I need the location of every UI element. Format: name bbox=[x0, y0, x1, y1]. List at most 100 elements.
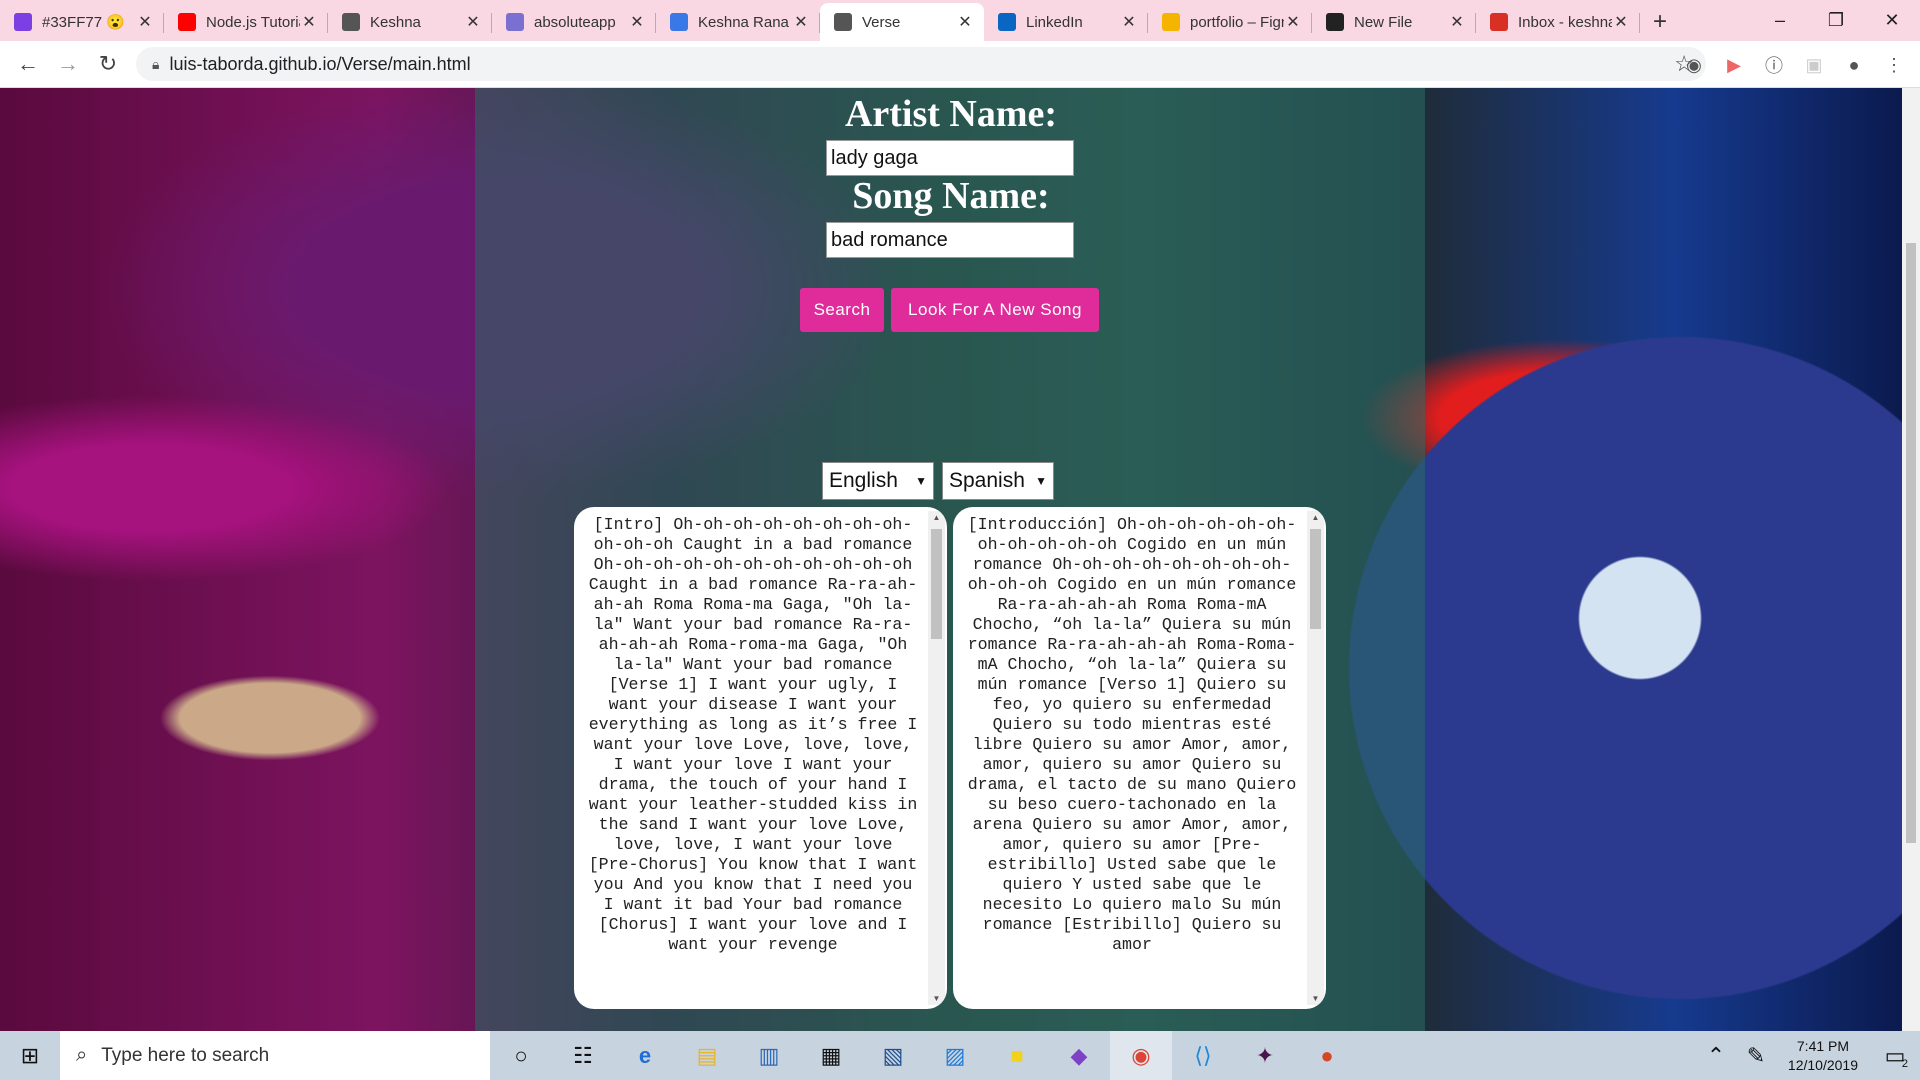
sticky-notes-icon[interactable]: ■ bbox=[986, 1031, 1048, 1080]
tab-title: absoluteapp bbox=[534, 13, 616, 31]
menu-kebab-icon[interactable]: ⋮ bbox=[1878, 49, 1910, 81]
taskbar-search-box[interactable]: ⌕ Type here to search bbox=[60, 1031, 490, 1080]
minimize-button[interactable]: – bbox=[1752, 0, 1808, 41]
browser-tab[interactable]: Keshna Rana ✕ bbox=[656, 3, 820, 41]
windows-start-icon[interactable]: ⊞ bbox=[0, 1031, 60, 1080]
page-background: Artist Name: Song Name: Search Look For … bbox=[0, 88, 1902, 1031]
windows-taskbar: ⊞ ⌕ Type here to search ○ ☷ e ▤ ▥ ▦ ▧ ▨ … bbox=[0, 1031, 1920, 1080]
scroll-up-arrow-icon[interactable]: ▲ bbox=[928, 513, 945, 522]
taskbar-clock[interactable]: 7:41 PM 12/10/2019 bbox=[1788, 1037, 1858, 1075]
browser-tab[interactable]: Keshna ✕ bbox=[328, 3, 492, 41]
browser-tab[interactable]: #33FF77 😮 ✕ bbox=[0, 3, 164, 41]
lyrics-scrollbar[interactable]: ▲ ▼ bbox=[1307, 511, 1324, 1005]
browser-toolbar: ← → ↻ 🔒︎ luis-taborda.github.io/Verse/ma… bbox=[0, 41, 1920, 88]
browser-tab[interactable]: Node.js Tutorial ✕ bbox=[164, 3, 328, 41]
page-scrollbar[interactable] bbox=[1902, 88, 1920, 1031]
search-icon: ⌕ bbox=[76, 1044, 88, 1066]
song-name-label: Song Name: bbox=[852, 175, 1050, 217]
address-bar[interactable]: 🔒︎ luis-taborda.github.io/Verse/main.htm… bbox=[136, 47, 1706, 81]
chrome-icon[interactable]: ◉ bbox=[1110, 1031, 1172, 1080]
new-song-button[interactable]: Look For A New Song bbox=[891, 288, 1099, 332]
extension-icon[interactable]: ▣ bbox=[1798, 49, 1830, 81]
pen-icon[interactable]: ✎ bbox=[1736, 1031, 1776, 1080]
app-icon[interactable]: ▧ bbox=[862, 1031, 924, 1080]
translated-lyrics-box[interactable]: [Introducción] Oh-oh-oh-oh-oh-oh-oh-oh-o… bbox=[953, 507, 1326, 1009]
tab-title: New File bbox=[1354, 13, 1413, 31]
hackmd-icon bbox=[506, 13, 524, 31]
source-language-select[interactable]: English ▼ bbox=[822, 462, 934, 500]
browser-tab[interactable]: portfolio – Figma✕ bbox=[1148, 3, 1312, 41]
browser-tab[interactable]: New File ✕ bbox=[1312, 3, 1476, 41]
lyrics-scrollbar[interactable]: ▲ ▼ bbox=[928, 511, 945, 1005]
clock-date: 12/10/2019 bbox=[1787, 1056, 1858, 1073]
clock-time: 7:41 PM bbox=[1796, 1037, 1850, 1054]
extension-icon[interactable]: ◉ bbox=[1678, 49, 1710, 81]
dropdown-arrow-icon: ▼ bbox=[915, 474, 927, 488]
close-tab-icon[interactable]: ✕ bbox=[464, 12, 482, 32]
tab-title: LinkedIn bbox=[1026, 13, 1083, 31]
slack-icon[interactable]: ✦ bbox=[1234, 1031, 1296, 1080]
close-tab-icon[interactable]: ✕ bbox=[1612, 12, 1630, 32]
close-tab-icon[interactable]: ✕ bbox=[1448, 12, 1466, 32]
youtube-icon bbox=[178, 13, 196, 31]
new-tab-button[interactable]: + bbox=[1640, 3, 1680, 41]
docs-icon bbox=[670, 13, 688, 31]
song-name-input[interactable] bbox=[826, 222, 1074, 258]
gmail-icon bbox=[1490, 13, 1508, 31]
scrollbar-thumb[interactable] bbox=[1310, 529, 1321, 629]
powerpoint-icon[interactable]: ● bbox=[1296, 1031, 1358, 1080]
close-tab-icon[interactable]: ✕ bbox=[1120, 12, 1138, 32]
globe-icon bbox=[342, 13, 360, 31]
globe-icon bbox=[834, 13, 852, 31]
store-icon[interactable]: ▦ bbox=[800, 1031, 862, 1080]
browser-tab[interactable]: absoluteapp ✕ bbox=[492, 3, 656, 41]
notification-count: 2 bbox=[1901, 1058, 1908, 1070]
edge-icon[interactable]: e bbox=[614, 1031, 676, 1080]
extension-icon[interactable]: ⓘ bbox=[1758, 49, 1790, 81]
close-tab-icon[interactable]: ✕ bbox=[136, 12, 154, 32]
target-language-select[interactable]: Spanish ▼ bbox=[942, 462, 1054, 500]
close-window-button[interactable]: ✕ bbox=[1864, 0, 1920, 41]
tab-title: portfolio – Figma bbox=[1190, 13, 1284, 31]
tab-title: Verse bbox=[862, 13, 901, 31]
artist-name-label: Artist Name: bbox=[844, 93, 1058, 135]
tab-title: Node.js Tutorial bbox=[206, 13, 300, 31]
browser-tab[interactable]: LinkedIn ✕ bbox=[984, 3, 1148, 41]
notification-icon[interactable]: ▭ 2 bbox=[1870, 1031, 1920, 1080]
close-tab-icon[interactable]: ✕ bbox=[792, 12, 810, 32]
extension-icon[interactable]: ▶ bbox=[1718, 49, 1750, 81]
close-tab-icon[interactable]: ✕ bbox=[628, 12, 646, 32]
close-tab-icon[interactable]: ✕ bbox=[1284, 12, 1302, 32]
lock-icon: 🔒︎ bbox=[152, 55, 160, 72]
original-lyrics-box[interactable]: [Intro] Oh-oh-oh-oh-oh-oh-oh-oh-oh-oh-oh… bbox=[574, 507, 947, 1009]
page-scrollbar-thumb[interactable] bbox=[1906, 243, 1916, 843]
chevron-up-icon[interactable]: ⌃ bbox=[1696, 1031, 1736, 1080]
scroll-down-arrow-icon[interactable]: ▼ bbox=[928, 994, 945, 1003]
close-tab-icon[interactable]: ✕ bbox=[956, 12, 974, 32]
linkedin-icon bbox=[998, 13, 1016, 31]
task-view-icon[interactable]: ☷ bbox=[552, 1031, 614, 1080]
browser-tab-strip: #33FF77 😮 ✕ Node.js Tutorial ✕ Keshna ✕ absolu… bbox=[0, 0, 1920, 41]
back-arrow-icon[interactable]: ← bbox=[8, 44, 48, 84]
search-button[interactable]: Search bbox=[800, 288, 884, 332]
scroll-down-arrow-icon[interactable]: ▼ bbox=[1307, 994, 1324, 1003]
visual-studio-icon[interactable]: ◆ bbox=[1048, 1031, 1110, 1080]
browser-tab[interactable]: Inbox - keshna ✕ bbox=[1476, 3, 1640, 41]
scrollbar-thumb[interactable] bbox=[931, 529, 942, 639]
app-icon[interactable]: ▥ bbox=[738, 1031, 800, 1080]
restore-button[interactable]: ❐ bbox=[1808, 0, 1864, 41]
forward-arrow-icon[interactable]: → bbox=[48, 44, 88, 84]
browser-tab[interactable]: Verse ✕ bbox=[820, 3, 984, 41]
translated-lyrics-text: [Introducción] Oh-oh-oh-oh-oh-oh-oh-oh-o… bbox=[967, 515, 1297, 954]
reload-icon[interactable]: ↻ bbox=[88, 44, 128, 84]
close-tab-icon[interactable]: ✕ bbox=[300, 12, 318, 32]
file-explorer-icon[interactable]: ▤ bbox=[676, 1031, 738, 1080]
url-text: luis-taborda.github.io/Verse/main.html bbox=[169, 53, 471, 74]
scroll-up-arrow-icon[interactable]: ▲ bbox=[1307, 513, 1324, 522]
figma-icon bbox=[1162, 13, 1180, 31]
cortana-icon[interactable]: ○ bbox=[490, 1031, 552, 1080]
artist-name-input[interactable] bbox=[826, 140, 1074, 176]
profile-avatar-icon[interactable]: ● bbox=[1838, 49, 1870, 81]
vscode-icon[interactable]: ⟨⟩ bbox=[1172, 1031, 1234, 1080]
app-icon[interactable]: ▨ bbox=[924, 1031, 986, 1080]
